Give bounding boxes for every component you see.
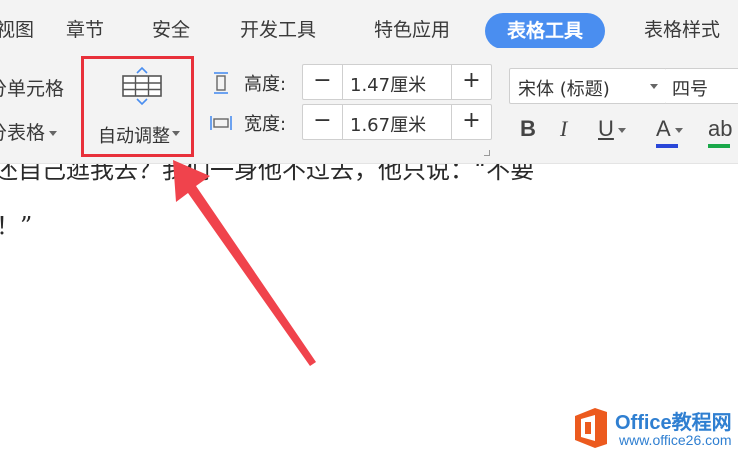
chevron-down-icon (49, 131, 58, 136)
font-name-value: 宋体 (标题) (518, 79, 610, 100)
split-cells-label: 分单元格 (0, 78, 65, 100)
underline-icon: U (598, 116, 614, 141)
font-size-value: 四号 (672, 79, 708, 100)
height-decrease-button[interactable]: − (303, 65, 343, 99)
chevron-down-icon (617, 127, 626, 133)
font-color-icon: A (656, 116, 671, 141)
highlight-icon: ab (708, 116, 733, 141)
annotation-highlight-box (81, 56, 194, 157)
font-size-select[interactable]: 四号 (666, 68, 738, 104)
dialog-launcher-icon[interactable] (484, 150, 490, 156)
tab-table-style[interactable]: 表格样式 (644, 17, 720, 43)
tab-chapter[interactable]: 章节 (66, 17, 104, 43)
split-table-label: 分表格 (0, 122, 46, 144)
chevron-down-icon (674, 127, 683, 133)
column-width-icon (210, 116, 232, 130)
font-name-select[interactable]: 宋体 (标题) (509, 68, 667, 104)
tab-special-apps[interactable]: 特色应用 (374, 17, 450, 43)
height-input[interactable]: 1.47厘米 (350, 71, 426, 97)
height-spinner: − 1.47厘米 + (302, 64, 492, 100)
split-table-button[interactable]: 分表格 (0, 118, 58, 145)
highlight-button[interactable]: ab (708, 116, 732, 150)
watermark-title: Office教程网 (615, 412, 732, 434)
tab-table-tools[interactable]: 表格工具 (485, 13, 606, 49)
width-label: 宽度: (244, 114, 287, 135)
underline-button[interactable]: U (598, 116, 626, 150)
italic-button[interactable]: I (560, 116, 567, 150)
tab-security[interactable]: 安全 (152, 17, 190, 43)
width-increase-button[interactable]: + (451, 105, 491, 139)
font-color-button[interactable]: A (656, 116, 683, 150)
split-cells-button[interactable]: 分单元格 (0, 74, 64, 101)
tab-developer-tools[interactable]: 开发工具 (240, 17, 316, 43)
chevron-down-icon (650, 84, 658, 89)
tab-view[interactable]: 视图 (0, 17, 34, 43)
height-label: 高度: (244, 74, 287, 95)
width-decrease-button[interactable]: − (303, 105, 343, 139)
bold-button[interactable]: B (520, 116, 536, 150)
office-logo-icon (575, 408, 607, 448)
site-watermark: Office教程网 www.office26.com (571, 404, 732, 454)
watermark-url: www.office26.com (619, 432, 732, 448)
height-increase-button[interactable]: + (451, 65, 491, 99)
row-height-icon (214, 72, 228, 94)
font-color-swatch (656, 144, 678, 148)
width-input[interactable]: 1.67厘米 (350, 111, 426, 137)
highlight-color-swatch (708, 144, 730, 148)
width-spinner: − 1.67厘米 + (302, 104, 492, 140)
document-text-line-2: ！” (0, 212, 33, 240)
